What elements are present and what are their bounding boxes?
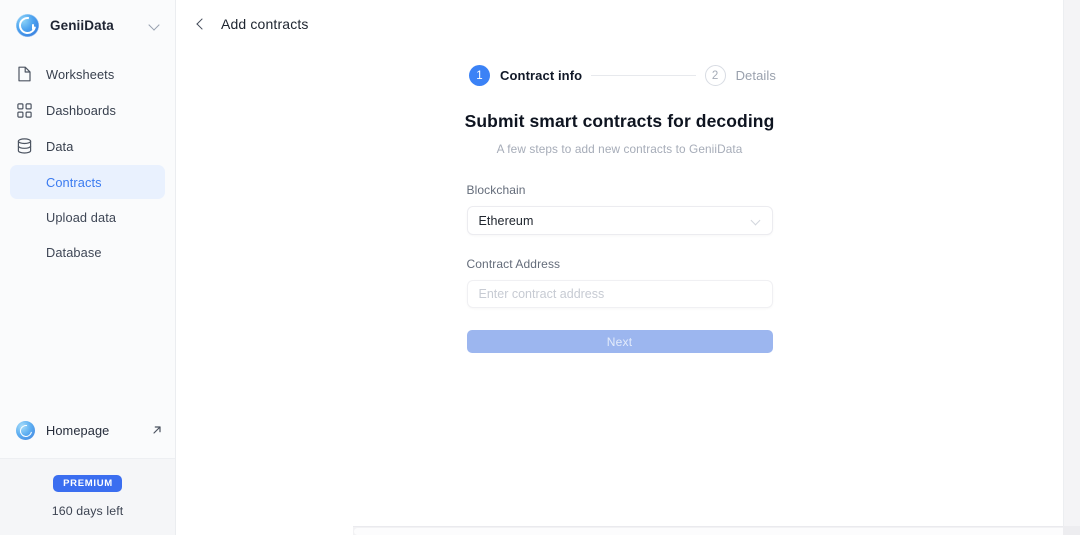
- main-inner: Add contracts 1 Contract info 2 Details …: [176, 0, 1063, 527]
- step-details[interactable]: 2 Details: [704, 65, 776, 86]
- premium-card[interactable]: PREMIUM 160 days left: [0, 458, 175, 535]
- chevron-down-icon: [751, 216, 761, 226]
- blockchain-label: Blockchain: [466, 183, 526, 197]
- scrollbar-corner: [1063, 526, 1080, 535]
- sidebar-item-label: Data: [46, 138, 74, 154]
- sidebar-item-upload-data[interactable]: Upload data: [10, 200, 165, 234]
- page-header: Add contracts: [176, 0, 1063, 48]
- sidebar-item-worksheets[interactable]: Worksheets: [10, 56, 165, 92]
- workspace-switcher[interactable]: GeniiData: [0, 0, 175, 50]
- app-window: GeniiData Worksheets Dashboards Data Con…: [0, 0, 1080, 535]
- headline: Submit smart contracts for decoding: [464, 111, 775, 131]
- subheadline: A few steps to add new contracts to Geni…: [496, 142, 743, 156]
- form-container: 1 Contract info 2 Details Submit smart c…: [176, 48, 1063, 353]
- step-contract-info[interactable]: 1 Contract info: [469, 65, 582, 86]
- homepage-link[interactable]: Homepage: [16, 410, 163, 450]
- status-badge: PREMIUM: [53, 475, 122, 492]
- sidebar: GeniiData Worksheets Dashboards Data Con…: [0, 0, 176, 535]
- sidebar-footer: Homepage PREMIUM 160 days left: [0, 410, 175, 535]
- step-label: Contract info: [500, 68, 583, 83]
- premium-days-left: 160 days left: [51, 504, 124, 518]
- main-content: Add contracts 1 Contract info 2 Details …: [176, 0, 1080, 535]
- chevron-left-icon[interactable]: [194, 17, 208, 31]
- sidebar-item-label: Worksheets: [46, 66, 115, 82]
- sidebar-subitem-label: Upload data: [46, 209, 117, 225]
- stepper-connector: [591, 75, 696, 76]
- sidebar-item-database[interactable]: Database: [10, 235, 165, 269]
- sidebar-item-dashboards[interactable]: Dashboards: [10, 92, 165, 128]
- contract-address-label: Contract Address: [466, 257, 561, 271]
- sidebar-nav: Worksheets Dashboards Data Contracts Upl…: [0, 50, 175, 410]
- step-label: Details: [735, 68, 776, 83]
- homepage-label: Homepage: [46, 422, 110, 438]
- blockchain-field: Blockchain Ethereum: [466, 183, 773, 235]
- stepper: 1 Contract info 2 Details: [469, 65, 776, 86]
- chevron-down-icon[interactable]: [149, 19, 161, 31]
- geniidata-logo-icon: [16, 13, 39, 37]
- step-number: 2: [704, 65, 726, 86]
- external-link-arrow-icon: [151, 424, 163, 436]
- sidebar-item-data[interactable]: Data: [10, 128, 165, 164]
- contract-address-field: Contract Address: [466, 257, 773, 308]
- horizontal-scrollbar[interactable]: [353, 526, 1080, 535]
- database-icon: [16, 138, 33, 155]
- blockchain-select[interactable]: Ethereum: [466, 206, 773, 235]
- next-button[interactable]: Next: [466, 330, 773, 353]
- sidebar-subitem-label: Database: [46, 244, 102, 260]
- workspace-name: GeniiData: [50, 17, 114, 33]
- page-right-gutter: [1063, 0, 1080, 535]
- geniidata-logo-icon: [16, 420, 35, 440]
- page-title: Add contracts: [221, 16, 309, 32]
- sidebar-subitem-label: Contracts: [46, 174, 102, 190]
- grid-icon: [16, 102, 33, 119]
- scrollbar-thumb[interactable]: [354, 528, 1080, 535]
- sidebar-item-contracts[interactable]: Contracts: [10, 165, 165, 199]
- blockchain-selected-value: Ethereum: [478, 213, 534, 228]
- contract-form: Blockchain Ethereum Contract Address Nex…: [466, 183, 773, 353]
- step-number: 1: [469, 65, 490, 86]
- contract-address-input[interactable]: [466, 280, 773, 308]
- document-icon: [16, 66, 33, 83]
- sidebar-item-label: Dashboards: [46, 102, 117, 118]
